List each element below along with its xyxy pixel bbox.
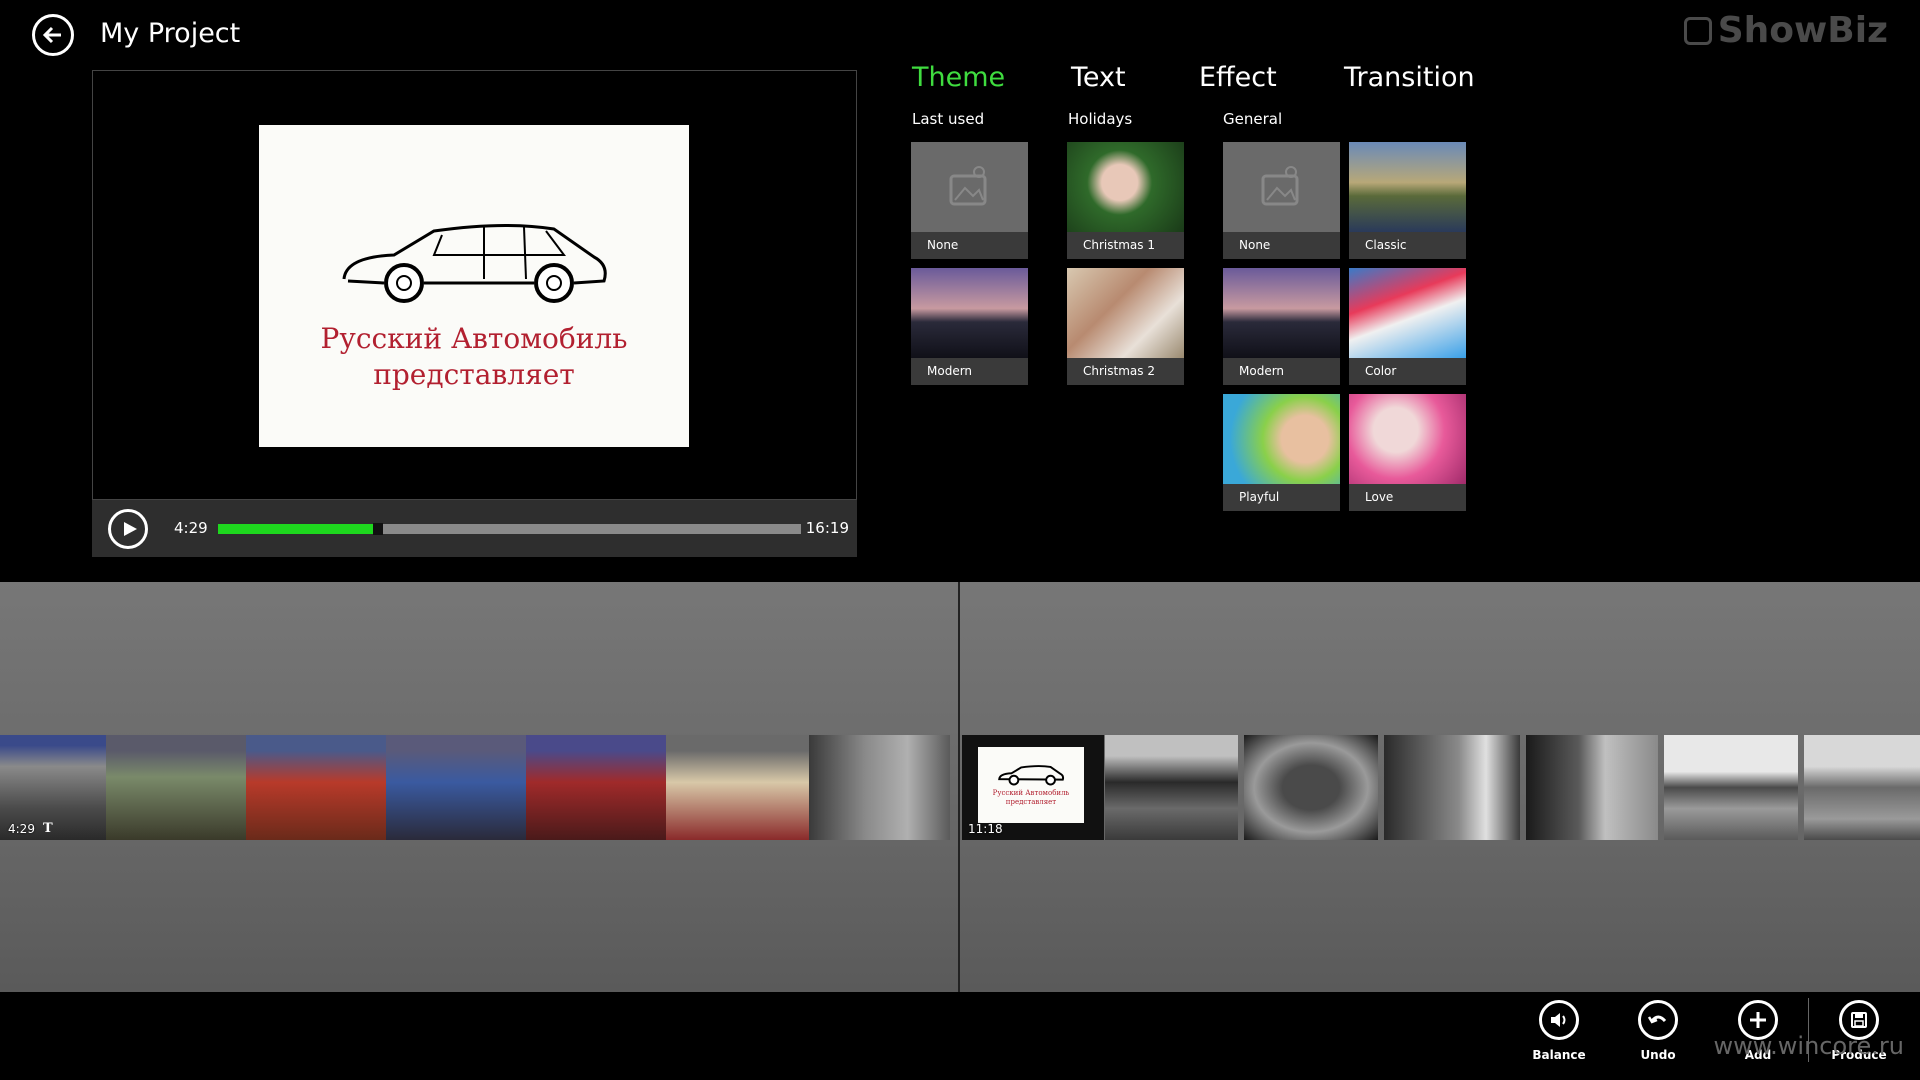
clip-1-time: 4:29: [8, 822, 35, 836]
player-controls: 4:29 16:19: [92, 500, 857, 557]
clip-frame: [1244, 735, 1378, 840]
balance-button[interactable]: Balance: [1514, 1000, 1604, 1062]
speaker-icon: [1551, 1013, 1566, 1027]
group-label-holidays: Holidays: [1068, 110, 1133, 128]
undo-label: Undo: [1640, 1048, 1676, 1062]
clip-frame: [1105, 735, 1238, 840]
tile-label: Christmas 1: [1067, 232, 1184, 259]
tile-label: None: [1223, 232, 1340, 259]
preview-slide: Русский Автомобиль представляет: [259, 125, 689, 447]
save-icon: [1851, 1012, 1867, 1028]
tile-label: Modern: [911, 358, 1028, 385]
car-sketch-icon: [998, 764, 1065, 786]
plus-icon: [1750, 1012, 1766, 1028]
theme-tile-christmas-1[interactable]: Christmas 1: [1067, 142, 1184, 259]
tab-effect[interactable]: Effect: [1199, 62, 1277, 93]
theme-tile-love[interactable]: Love: [1349, 394, 1466, 511]
timeline-clip-1[interactable]: 4:29 T: [0, 735, 950, 840]
clip-frame: [1526, 735, 1658, 840]
clip-frame: [106, 735, 246, 840]
timeline-clip-2[interactable]: Русский Автомобиль представляет 11:18: [962, 735, 1920, 840]
clip-frame: [1664, 735, 1798, 840]
thumb-caption-line1: Русский Автомобиль: [992, 788, 1070, 797]
christmas-thumb: [1067, 268, 1184, 358]
no-image-icon: [949, 166, 986, 206]
theme-tile-none[interactable]: None: [911, 142, 1028, 259]
tile-label: Classic: [1349, 232, 1466, 259]
page-title: My Project: [100, 18, 241, 49]
current-time: 4:29: [174, 519, 208, 537]
city-thumb: [1223, 268, 1340, 358]
tile-thumb: [1223, 142, 1340, 232]
seek-handle[interactable]: [373, 523, 384, 535]
tile-label: Modern: [1223, 358, 1340, 385]
group-label-last-used: Last used: [912, 110, 985, 128]
theme-tile-christmas-2[interactable]: Christmas 2: [1067, 268, 1184, 385]
slide-caption-line1: Русский Автомобиль: [320, 322, 628, 355]
clip-frame: [1384, 735, 1520, 840]
tile-label: Color: [1349, 358, 1466, 385]
arrow-left-icon: [42, 26, 61, 44]
clip-frame: [386, 735, 526, 840]
tile-label: Playful: [1223, 484, 1340, 511]
showbiz-logo-icon: [1683, 16, 1712, 45]
title-slide-thumb: Русский Автомобиль представляет: [978, 747, 1084, 823]
love-thumb: [1349, 394, 1466, 484]
clip-frame: [246, 735, 386, 840]
bottom-app-bar: Balance Undo Add Produce www.wincore.ru: [0, 992, 1920, 1080]
tab-transition[interactable]: Transition: [1344, 62, 1475, 93]
theme-tile-modern[interactable]: Modern: [911, 268, 1028, 385]
city-thumb: [911, 268, 1028, 358]
tile-label: Love: [1349, 484, 1466, 511]
playful-thumb: [1223, 394, 1340, 484]
play-icon: [123, 522, 137, 536]
brand-name: ShowBiz: [1717, 10, 1888, 51]
undo-icon: [1647, 1015, 1667, 1024]
undo-button[interactable]: Undo: [1613, 1000, 1703, 1062]
clip-frame: [809, 735, 950, 840]
thumb-caption-line2: представляет: [1005, 797, 1057, 806]
tile-label: Christmas 2: [1067, 358, 1184, 385]
classic-thumb: [1349, 142, 1466, 232]
no-image-icon: [1261, 166, 1298, 206]
clip-2-time: 11:18: [968, 822, 1003, 836]
group-label-general: General: [1223, 110, 1283, 128]
balance-circle: [1539, 1000, 1579, 1040]
christmas-thumb: [1067, 142, 1184, 232]
total-time: 16:19: [805, 519, 849, 537]
theme-tile-classic[interactable]: Classic: [1349, 142, 1466, 259]
back-button[interactable]: [32, 14, 74, 56]
play-button[interactable]: [108, 509, 148, 549]
tile-label: None: [911, 232, 1028, 259]
brand-logo: ShowBiz: [1683, 10, 1888, 51]
timeline-playhead[interactable]: [958, 582, 960, 992]
tab-theme[interactable]: Theme: [912, 62, 1005, 93]
theme-tile-general-modern[interactable]: Modern: [1223, 268, 1340, 385]
text-overlay-icon: T: [43, 821, 53, 836]
clip-frame: [526, 735, 666, 840]
seek-bar-fill: [218, 524, 376, 534]
balance-label: Balance: [1532, 1048, 1586, 1062]
clip-frame: [666, 735, 809, 840]
car-sketch-icon: [342, 223, 607, 303]
theme-tile-general-none[interactable]: None: [1223, 142, 1340, 259]
theme-tile-playful[interactable]: Playful: [1223, 394, 1340, 511]
slide-caption-line2: представляет: [373, 358, 575, 391]
theme-tile-color[interactable]: Color: [1349, 268, 1466, 385]
slide-caption: Русский Автомобиль представляет: [321, 321, 628, 393]
tab-text[interactable]: Text: [1071, 62, 1126, 93]
undo-circle: [1638, 1000, 1678, 1040]
watermark: www.wincore.ru: [1713, 1032, 1904, 1060]
clip-frame: [1804, 735, 1920, 840]
color-thumb: [1349, 268, 1466, 358]
seek-bar[interactable]: [218, 523, 801, 535]
tile-thumb: [911, 142, 1028, 232]
video-preview: Русский Автомобиль представляет: [92, 70, 857, 500]
